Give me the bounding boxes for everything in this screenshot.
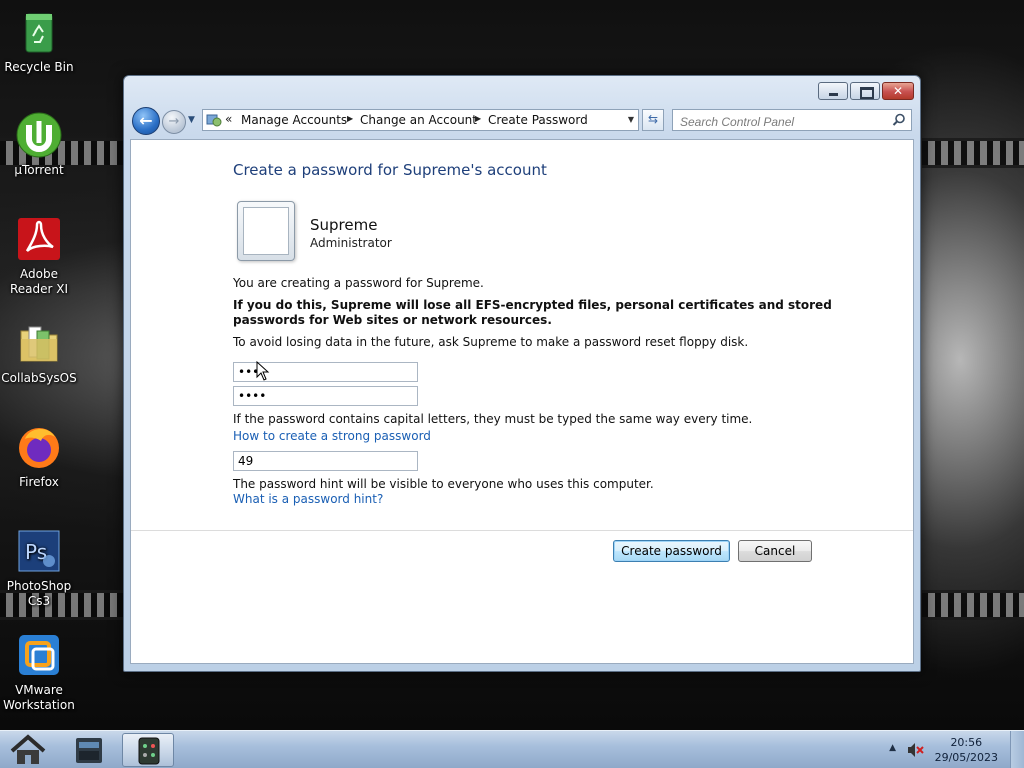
avatar-picture: [243, 207, 289, 255]
close-icon: ✕: [892, 84, 904, 98]
content-panel: Create a password for Supreme's account …: [130, 139, 914, 664]
control-panel-window: ✕ ← → ▼ « Manage Accounts ▶ Change an Ac…: [123, 75, 921, 672]
mouse-cursor-icon: [256, 361, 270, 381]
show-hidden-icons-icon[interactable]: ▲: [889, 743, 896, 753]
minimize-icon: [819, 83, 847, 99]
advice-text: To avoid losing data in the future, ask …: [233, 335, 749, 349]
forward-button[interactable]: →: [162, 110, 186, 134]
show-desktop-button[interactable]: [1010, 731, 1024, 768]
confirm-password-field[interactable]: ••••: [233, 386, 418, 406]
adobe-reader-icon: [15, 215, 63, 263]
maximize-button[interactable]: [850, 82, 880, 100]
desktop-icon-vmware[interactable]: VMware Workstation: [0, 631, 79, 713]
address-dropdown-icon[interactable]: ▼: [628, 115, 634, 124]
vmware-icon: [15, 631, 63, 679]
refresh-icon: ⇆: [647, 112, 659, 126]
case-note-text: If the password contains capital letters…: [233, 412, 753, 426]
breadcrumb-separator-icon[interactable]: ▶: [475, 114, 481, 123]
strong-password-link[interactable]: How to create a strong password: [233, 429, 431, 443]
taskbar-home[interactable]: [4, 733, 56, 767]
breadcrumb-separator-icon[interactable]: ▶: [347, 114, 353, 123]
recycle-bin-icon: [15, 8, 63, 56]
file-manager-icon: [76, 738, 102, 763]
back-arrow-icon: ←: [139, 111, 153, 130]
desktop-icon-label: CollabSysOS: [1, 371, 77, 385]
desktop-icon-label: Firefox: [19, 475, 59, 489]
taskbar-file-manager[interactable]: [64, 733, 116, 767]
desktop-icon-label: µTorrent: [14, 163, 64, 177]
desktop-icon-label: VMware Workstation: [3, 683, 75, 712]
minimize-button[interactable]: [818, 82, 848, 100]
clock-date: 29/05/2023: [934, 751, 998, 764]
wallpaper-film-strip: [922, 590, 1024, 620]
user-name: Supreme: [310, 216, 378, 234]
search-icon[interactable]: [892, 113, 906, 127]
desktop-icon-photoshop[interactable]: Ps PhotoShop Cs3: [0, 527, 79, 609]
breadcrumb-manage-accounts[interactable]: Manage Accounts: [241, 113, 347, 127]
desktop-icon-utorrent[interactable]: µTorrent: [0, 111, 79, 178]
avatar: [237, 201, 295, 261]
page-title: Create a password for Supreme's account: [233, 161, 547, 179]
desktop-icon-label: Adobe Reader XI: [9, 267, 69, 296]
back-button[interactable]: ←: [132, 107, 160, 135]
control-panel-icon: [206, 114, 222, 127]
breadcrumb-change-account[interactable]: Change an Account: [360, 113, 477, 127]
desktop-icon-recycle-bin[interactable]: Recycle Bin: [0, 8, 79, 75]
warning-text: If you do this, Supreme will lose all EF…: [233, 298, 832, 327]
search-input[interactable]: [672, 109, 912, 131]
taskbar: ▲ 20:56 29/05/2023: [0, 730, 1024, 768]
refresh-button[interactable]: ⇆: [642, 109, 664, 131]
wallpaper-film-strip: [922, 138, 1024, 168]
forward-arrow-icon: →: [168, 114, 180, 129]
user-role: Administrator: [310, 236, 392, 250]
window-controls: ✕: [816, 82, 914, 100]
clock-time: 20:56: [950, 736, 983, 749]
close-button[interactable]: ✕: [882, 82, 914, 100]
recent-pages-button[interactable]: ▼: [188, 115, 195, 125]
desktop-icon-adobe-reader[interactable]: Adobe Reader XI: [0, 215, 79, 297]
desktop-icon-collabsysos[interactable]: CollabSysOS: [0, 319, 79, 386]
firefox-icon: [15, 423, 63, 471]
password-hint-field[interactable]: 49: [233, 451, 418, 471]
create-password-button[interactable]: Create password: [613, 540, 730, 562]
photoshop-icon: Ps: [15, 527, 63, 575]
intro-text: You are creating a password for Supreme.: [233, 276, 484, 290]
navigation-bar: ← → ▼ « Manage Accounts ▶ Change an Acco…: [130, 106, 914, 136]
volume-muted-icon[interactable]: [906, 741, 924, 759]
desktop-icon-label: Recycle Bin: [4, 60, 74, 74]
desktop-icon-firefox[interactable]: Firefox: [0, 423, 79, 490]
folder-icon: [15, 319, 63, 367]
desktop-icon-label: PhotoShop Cs3: [6, 579, 72, 608]
clock[interactable]: 20:56 29/05/2023: [935, 735, 998, 765]
cancel-button[interactable]: Cancel: [738, 540, 812, 562]
hint-note-text: The password hint will be visible to eve…: [233, 477, 654, 491]
home-icon: [10, 734, 46, 764]
divider: [131, 530, 913, 531]
calculator-icon: [138, 737, 160, 765]
address-bar[interactable]: « Manage Accounts ▶ Change an Account ▶ …: [202, 109, 639, 131]
utorrent-icon: [15, 111, 63, 159]
taskbar-calculator[interactable]: [122, 733, 174, 767]
breadcrumb-create-password[interactable]: Create Password: [488, 113, 588, 127]
breadcrumb-overflow[interactable]: «: [225, 112, 232, 126]
password-hint-link[interactable]: What is a password hint?: [233, 492, 383, 506]
maximize-icon: [851, 83, 879, 99]
